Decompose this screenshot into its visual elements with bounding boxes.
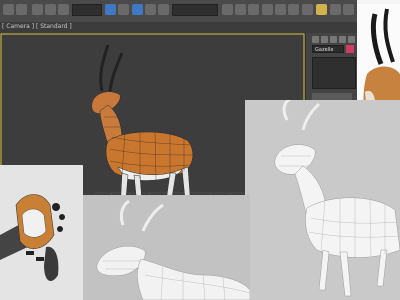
snap-icon[interactable] [222, 4, 233, 15]
select-region-icon[interactable] [118, 4, 129, 15]
hierarchy-tab[interactable] [330, 36, 337, 43]
align-icon[interactable] [275, 4, 286, 15]
main-toolbar [0, 0, 357, 23]
move-icon[interactable] [132, 4, 143, 15]
modifier-list[interactable] [312, 57, 356, 89]
render-icon[interactable] [343, 4, 354, 15]
mirror-icon[interactable] [262, 4, 273, 15]
selection-filter-dropdown[interactable] [72, 4, 102, 16]
reference-coord-dropdown[interactable] [172, 4, 218, 16]
link-icon[interactable] [32, 4, 43, 15]
gazelle-wireframe-closeup [96, 199, 250, 300]
curve-editor-icon[interactable] [302, 4, 313, 15]
rotate-icon[interactable] [145, 4, 156, 15]
percent-snap-icon[interactable] [248, 4, 259, 15]
render-setup-icon[interactable] [330, 4, 341, 15]
layers-icon[interactable] [288, 4, 299, 15]
gazelle-model [91, 44, 194, 218]
uv-texture-panel [0, 165, 83, 300]
bind-icon[interactable] [58, 4, 69, 15]
create-tab[interactable] [312, 36, 319, 43]
object-color-swatch[interactable] [346, 45, 354, 53]
object-name-field[interactable]: Gazelle [312, 45, 344, 53]
scale-icon[interactable] [158, 4, 169, 15]
viewport-label[interactable]: [ Camera ] [ Standard ] [2, 23, 72, 30]
redo-icon[interactable] [16, 4, 27, 15]
wireframe-render-closeup [83, 195, 250, 300]
modify-tab[interactable] [321, 36, 328, 43]
select-icon[interactable] [105, 4, 116, 15]
angle-snap-icon[interactable] [235, 4, 246, 15]
gazelle-wireframe-full [274, 100, 400, 297]
modifier-row[interactable] [312, 93, 352, 100]
motion-tab[interactable] [339, 36, 346, 43]
unlink-icon[interactable] [45, 4, 56, 15]
display-tab[interactable] [348, 36, 355, 43]
undo-icon[interactable] [3, 4, 14, 15]
uv-layout [0, 194, 65, 281]
wireframe-render-full [245, 100, 400, 300]
material-editor-icon[interactable] [316, 4, 327, 15]
